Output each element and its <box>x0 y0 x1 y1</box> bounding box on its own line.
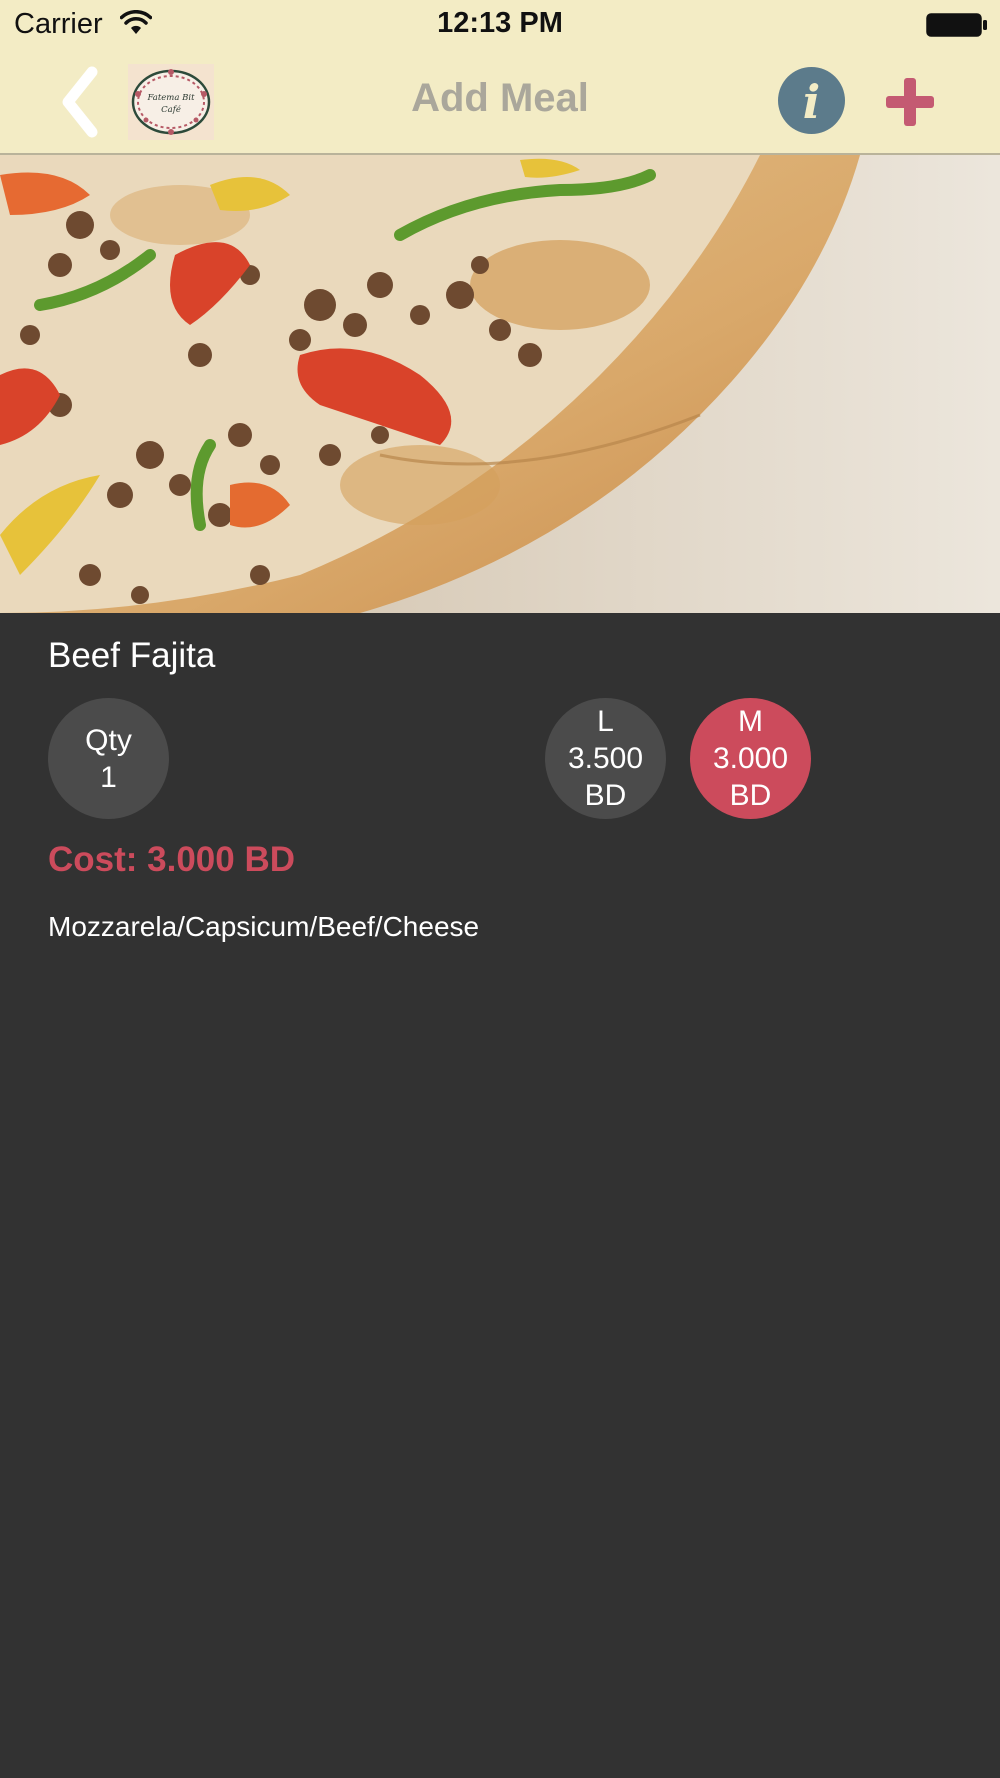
status-time: 12:13 PM <box>437 7 563 39</box>
size-option-l[interactable]: L 3.500 BD <box>545 698 666 819</box>
quantity-value: 1 <box>100 760 117 794</box>
size-option-m[interactable]: M 3.000 BD <box>690 698 811 819</box>
size-currency: BD <box>729 779 772 812</box>
cost-label: Cost: 3.000 BD <box>48 840 296 879</box>
plus-icon[interactable] <box>884 76 936 128</box>
page-title: Add Meal <box>411 76 589 120</box>
meal-photo <box>0 155 1000 613</box>
ingredients-text: Mozzarela/Capsicum/Beef/Cheese <box>48 911 480 942</box>
size-price: 3.000 <box>712 742 789 775</box>
size-currency: BD <box>584 779 627 812</box>
size-label: L <box>597 705 614 738</box>
size-label: M <box>738 705 763 738</box>
meal-name: Beef Fajita <box>48 636 216 675</box>
quantity-label: Qty <box>85 723 132 757</box>
battery-icon <box>926 13 987 37</box>
quantity-button[interactable]: Qty 1 <box>48 698 169 819</box>
size-price: 3.500 <box>567 742 644 775</box>
nav-bar: Fatema Bit Café Add Meal i <box>0 52 1000 155</box>
info-icon: i <box>802 75 821 129</box>
status-bar: Carrier 12:13 PM <box>0 0 1000 52</box>
info-button[interactable]: i <box>778 67 845 134</box>
